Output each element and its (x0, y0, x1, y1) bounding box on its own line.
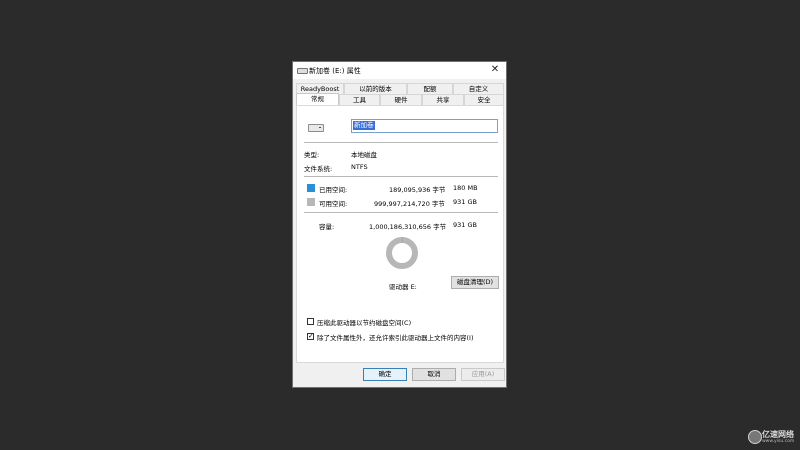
free-space-swatch (307, 198, 315, 206)
capacity-label: 容量: (319, 223, 335, 231)
divider (304, 142, 498, 143)
compress-label[interactable]: 压缩此驱动器以节约磁盘空间(C) (317, 317, 411, 327)
drive-icon (297, 68, 308, 74)
used-space-swatch (307, 184, 315, 192)
ok-button[interactable]: 确定 (363, 368, 407, 381)
disk-cleanup-button[interactable]: 磁盘清理(D) (451, 276, 499, 289)
index-checkbox[interactable]: ✓ (307, 333, 314, 340)
type-label: 类型: (304, 151, 320, 159)
hard-drive-icon (308, 124, 324, 132)
type-value: 本地磁盘 (351, 151, 377, 159)
filesystem-value: NTFS (351, 163, 368, 171)
capacity-bytes: 1,000,186,310,656 字节 (369, 223, 447, 231)
used-space-bytes: 189,095,936 字节 (389, 186, 446, 194)
tab-tools[interactable]: 工具 (339, 94, 380, 105)
watermark-url: www.yisu.com (762, 439, 795, 444)
used-space-label: 已用空间: (319, 186, 348, 194)
close-button[interactable]: ✕ (488, 63, 502, 77)
divider (304, 176, 498, 177)
volume-name-value: 新加卷 (353, 121, 375, 130)
free-space-size: 931 GB (453, 198, 477, 206)
title-bar[interactable]: 新加卷 (E:) 属性 ✕ (293, 62, 506, 79)
used-space-size: 180 MB (453, 184, 478, 192)
drive-letter-label: 驱动器 E: (389, 283, 417, 291)
window-title: 新加卷 (E:) 属性 (309, 67, 361, 75)
divider (304, 212, 498, 213)
volume-name-input[interactable]: 新加卷 (351, 119, 498, 133)
free-space-label: 可用空间: (319, 200, 348, 208)
tab-customize[interactable]: 自定义 (453, 83, 504, 94)
tab-row-bottom: 常规 工具 硬件 共享 安全 (296, 93, 504, 106)
tab-sharing[interactable]: 共享 (422, 94, 464, 105)
tab-previous-versions[interactable]: 以前的版本 (344, 83, 407, 94)
index-label[interactable]: 除了文件属性外，还允许索引此驱动器上文件的内容(I) (317, 332, 474, 342)
brand-logo-icon (748, 430, 762, 444)
filesystem-label: 文件系统: (304, 165, 333, 173)
tab-hardware[interactable]: 硬件 (380, 94, 422, 105)
apply-button[interactable]: 应用(A) (461, 368, 505, 381)
free-space-ring (386, 237, 418, 269)
properties-dialog: 新加卷 (E:) 属性 ✕ ReadyBoost 以前的版本 配额 自定义 常规… (292, 61, 507, 388)
cancel-button[interactable]: 取消 (412, 368, 456, 381)
capacity-size: 931 GB (453, 221, 477, 229)
free-space-bytes: 999,997,214,720 字节 (374, 200, 445, 208)
compress-checkbox[interactable] (307, 318, 314, 325)
tab-quota[interactable]: 配额 (407, 83, 453, 94)
disk-usage-donut (386, 237, 418, 269)
general-panel: 新加卷 类型: 本地磁盘 文件系统: NTFS 已用空间: 189,095,93… (296, 105, 504, 363)
tab-security[interactable]: 安全 (464, 94, 504, 105)
